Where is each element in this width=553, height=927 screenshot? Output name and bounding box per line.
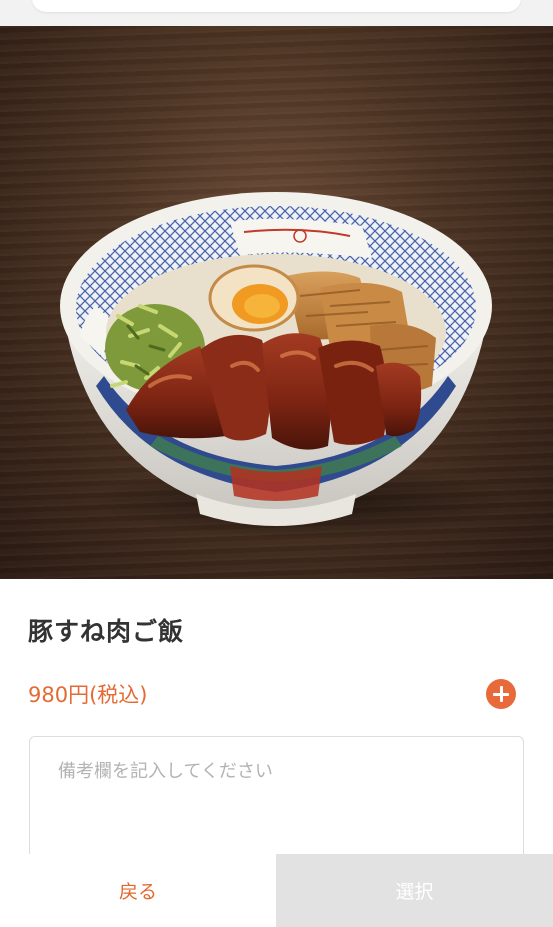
bottom-action-bar: 戻る 選択 [0,854,553,927]
select-button[interactable]: 選択 [276,854,553,927]
item-price: 980円(税込) [28,683,148,707]
rice-bowl-illustration [60,192,510,539]
plus-circle-icon[interactable] [486,679,516,709]
top-sheet-edge [0,0,553,26]
egg [208,264,300,332]
item-title: 豚すね肉ご飯 [28,617,185,646]
previous-sheet-card [32,0,521,12]
item-photo [0,26,553,579]
back-button[interactable]: 戻る [0,854,276,927]
